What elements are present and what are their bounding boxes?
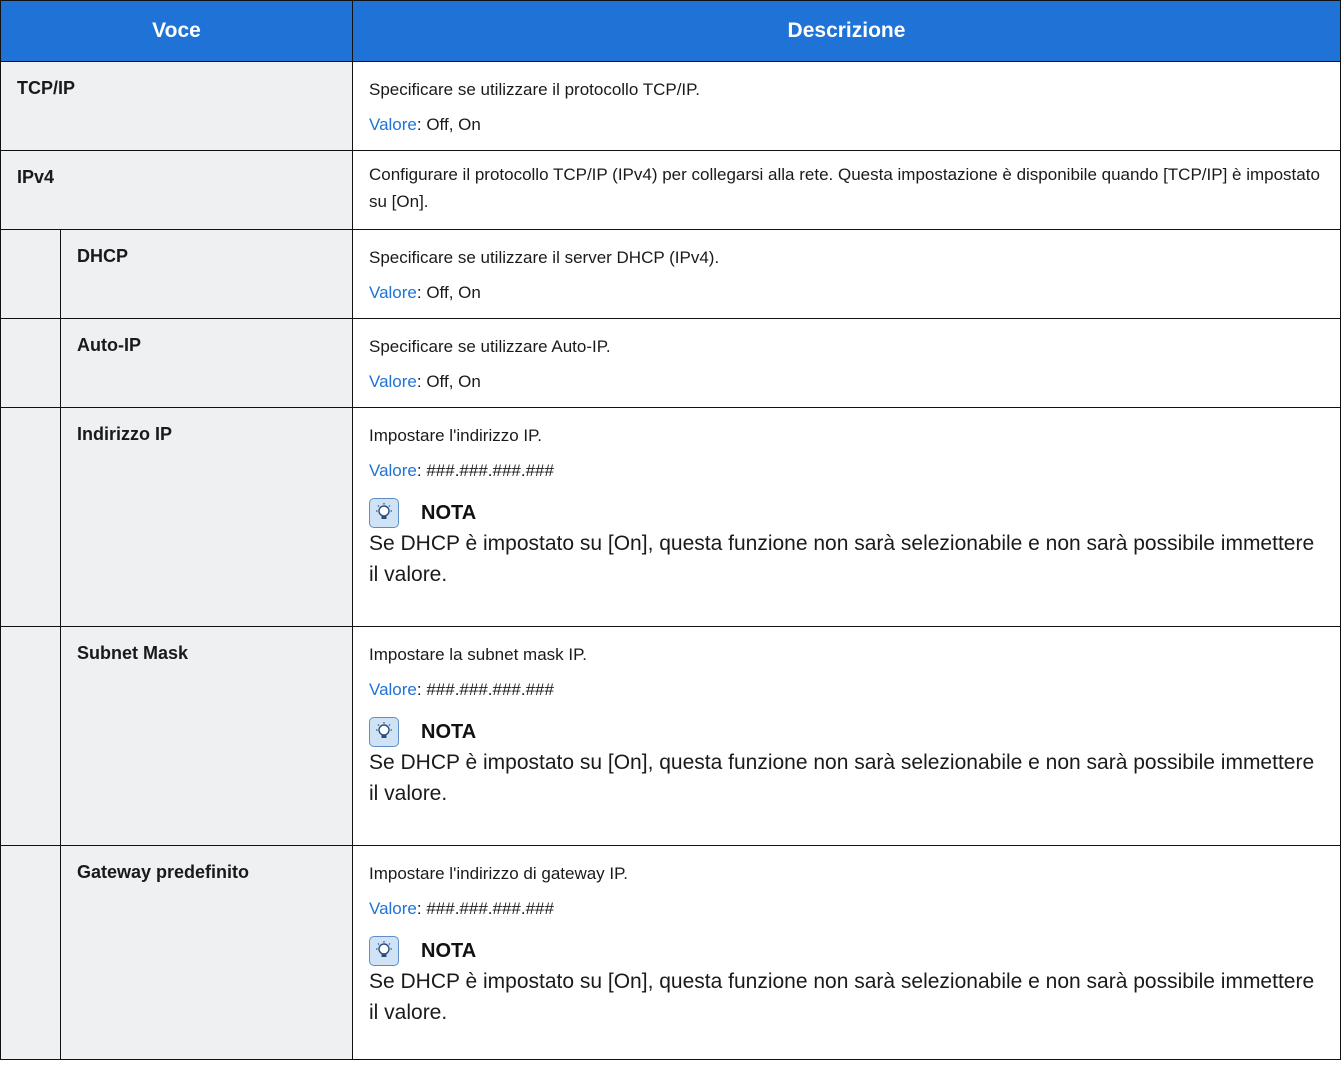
note-header: NOTA [369, 498, 1324, 528]
setting-values: Valore: Off, On [369, 279, 1324, 306]
setting-description: Impostare la subnet mask IP. [369, 645, 587, 664]
setting-values: Valore: Off, On [369, 368, 1324, 395]
value-label: Valore [369, 680, 417, 699]
setting-description: Configurare il protocollo TCP/IP (IPv4) … [369, 165, 1320, 211]
column-header-voce: Voce [1, 1, 353, 61]
setting-description-cell: Impostare l'indirizzo IP. Valore: ###.##… [353, 408, 1340, 626]
setting-description-cell: Impostare la subnet mask IP. Valore: ###… [353, 627, 1340, 845]
setting-description-cell: Specificare se utilizzare il protocollo … [353, 62, 1340, 150]
setting-values: Valore: Off, On [369, 111, 1324, 138]
value-options: : Off, On [416, 283, 481, 302]
indent-cell [1, 230, 61, 318]
table-row-auto-ip: Auto-IP Specificare se utilizzare Auto-I… [1, 319, 1340, 408]
indent-cell [1, 319, 61, 407]
value-label: Valore [369, 283, 417, 302]
lightbulb-note-icon [369, 717, 399, 747]
setting-name: Gateway predefinito [61, 846, 353, 1059]
table-row-tcp-ip: TCP/IP Specificare se utilizzare il prot… [1, 62, 1340, 151]
setting-values: Valore: ###.###.###.### [369, 676, 1324, 703]
setting-description: Specificare se utilizzare Auto-IP. [369, 337, 611, 356]
note-header: NOTA [369, 717, 1324, 747]
note-text: Se DHCP è impostato su [On], questa funz… [369, 751, 1315, 805]
indent-cell [1, 627, 61, 845]
setting-name: Subnet Mask [61, 627, 353, 845]
setting-name: TCP/IP [1, 62, 353, 150]
setting-name: DHCP [61, 230, 353, 318]
value-options: : Off, On [416, 372, 481, 391]
table-row-ipv4: IPv4 Configurare il protocollo TCP/IP (I… [1, 151, 1340, 230]
table-row-indirizzo-ip: Indirizzo IP Impostare l'indirizzo IP. V… [1, 408, 1340, 627]
value-options: : ###.###.###.### [416, 461, 554, 480]
setting-description-cell: Specificare se utilizzare Auto-IP. Valor… [353, 319, 1340, 407]
value-label: Valore [369, 899, 417, 918]
indent-cell [1, 846, 61, 1059]
indent-cell [1, 408, 61, 626]
value-options: : Off, On [416, 115, 481, 134]
note-title: NOTA [421, 939, 477, 962]
settings-table: Voce Descrizione TCP/IP Specificare se u… [0, 0, 1341, 1060]
note-text: Se DHCP è impostato su [On], questa funz… [369, 532, 1315, 586]
value-options: : ###.###.###.### [416, 680, 554, 699]
column-header-descrizione: Descrizione [787, 19, 906, 42]
setting-description: Impostare l'indirizzo di gateway IP. [369, 864, 629, 883]
value-options: : ###.###.###.### [416, 899, 554, 918]
setting-description-cell: Impostare l'indirizzo di gateway IP. Val… [353, 846, 1340, 1059]
setting-description: Specificare se utilizzare il protocollo … [369, 80, 701, 99]
lightbulb-note-icon [369, 498, 399, 528]
setting-name: Auto-IP [61, 319, 353, 407]
setting-name: Indirizzo IP [61, 408, 353, 626]
lightbulb-note-icon [369, 936, 399, 966]
setting-name: IPv4 [1, 151, 353, 229]
table-header: Voce Descrizione [1, 1, 1340, 62]
value-label: Valore [369, 372, 417, 391]
note-text: Se DHCP è impostato su [On], questa funz… [369, 970, 1315, 1024]
setting-description-cell: Specificare se utilizzare il server DHCP… [353, 230, 1340, 318]
value-label: Valore [369, 461, 417, 480]
setting-values: Valore: ###.###.###.### [369, 895, 1324, 922]
note-title: NOTA [421, 720, 477, 743]
note-header: NOTA [369, 936, 1324, 966]
setting-values: Valore: ###.###.###.### [369, 457, 1324, 484]
note-title: NOTA [421, 501, 477, 524]
setting-description-cell: Configurare il protocollo TCP/IP (IPv4) … [353, 151, 1340, 229]
value-label: Valore [369, 115, 417, 134]
setting-description: Impostare l'indirizzo IP. [369, 426, 543, 445]
setting-description: Specificare se utilizzare il server DHCP… [369, 248, 720, 267]
table-row-dhcp: DHCP Specificare se utilizzare il server… [1, 230, 1340, 319]
table-row-subnet-mask: Subnet Mask Impostare la subnet mask IP.… [1, 627, 1340, 846]
table-row-gateway-predefinito: Gateway predefinito Impostare l'indirizz… [1, 846, 1340, 1059]
